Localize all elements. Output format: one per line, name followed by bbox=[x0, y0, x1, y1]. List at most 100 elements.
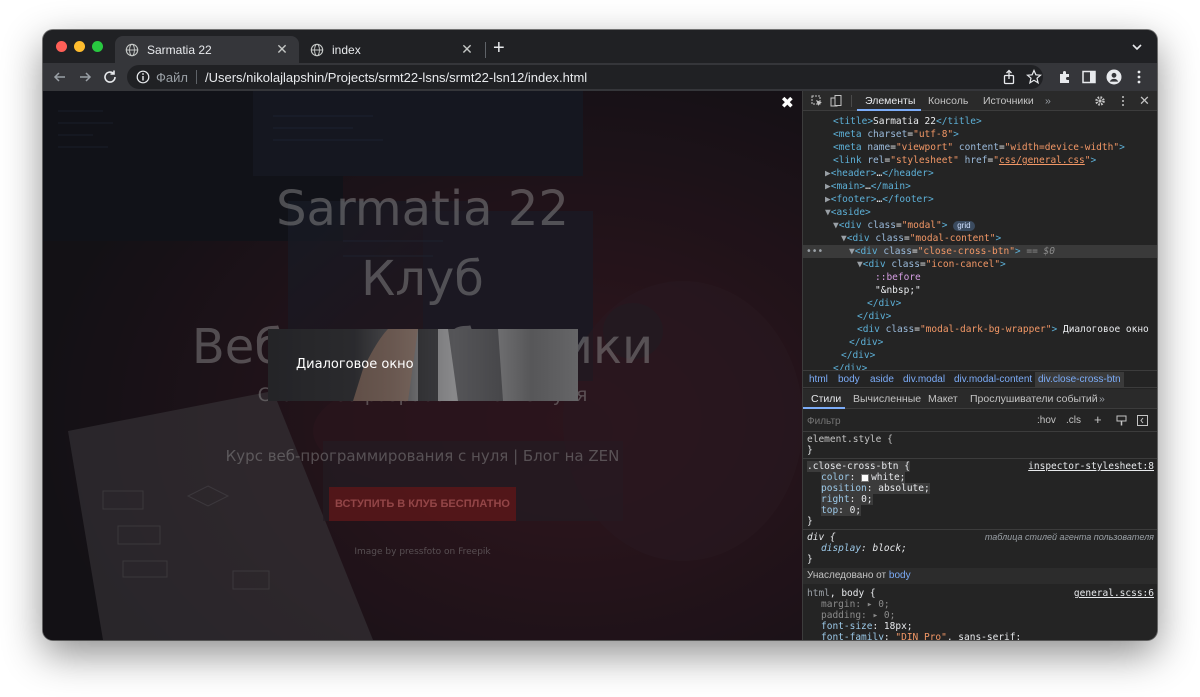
address-bar[interactable]: Файл /Users/nikolajlapshin/Projects/srmt… bbox=[127, 65, 1043, 89]
active-tab-indicator bbox=[857, 109, 921, 111]
device-toolbar-icon[interactable] bbox=[830, 95, 842, 107]
css-declaration[interactable]: color: white; bbox=[803, 472, 1157, 483]
omnibox-divider bbox=[195, 70, 197, 84]
globe-icon bbox=[125, 43, 139, 56]
share-icon[interactable] bbox=[1001, 69, 1017, 85]
dom-node[interactable]: <title>Sarmatia 22</title> bbox=[803, 115, 1157, 128]
dom-node[interactable]: ▶<header>…</header> bbox=[803, 167, 1157, 180]
breadcrumb-item[interactable]: div.modal-content bbox=[954, 374, 1032, 385]
dom-node[interactable]: ▶<footer>…</footer> bbox=[803, 193, 1157, 206]
rule-source-link[interactable]: inspector-stylesheet:8 bbox=[1028, 461, 1154, 472]
inspect-element-icon[interactable] bbox=[811, 95, 823, 107]
devtools-panel: Элементы Консоль Источники » ✕ <title>Sa… bbox=[802, 91, 1157, 640]
rule-close: } bbox=[807, 516, 813, 527]
breadcrumb-item[interactable]: body bbox=[838, 374, 860, 385]
add-rule-icon[interactable]: + bbox=[1094, 412, 1102, 427]
dom-node-selected[interactable]: ••• ▼<div class="close-cross-btn"> == $0 bbox=[803, 245, 1157, 258]
tab-index[interactable]: index ✕ bbox=[300, 36, 484, 63]
tab-title: Sarmatia 22 bbox=[147, 42, 212, 57]
class-toggle[interactable]: .cls bbox=[1066, 415, 1081, 426]
breadcrumb-item[interactable]: aside bbox=[870, 374, 894, 385]
rule-close: } bbox=[807, 554, 813, 565]
css-declaration[interactable]: font-size: 18px; bbox=[803, 621, 1157, 632]
close-tab-icon[interactable]: ✕ bbox=[460, 41, 474, 58]
tab-layout[interactable]: Макет bbox=[928, 393, 958, 405]
css-declaration[interactable]: position: absolute; bbox=[803, 483, 1157, 494]
inherited-from-link[interactable]: body bbox=[889, 570, 911, 581]
dom-node[interactable]: ▼<div class="icon-cancel"> bbox=[803, 258, 1157, 271]
breadcrumb-item-current[interactable]: div.close-cross-btn bbox=[1035, 372, 1124, 387]
info-icon[interactable] bbox=[136, 70, 150, 84]
dom-node[interactable]: ▼<div class="modal-content"> bbox=[803, 232, 1157, 245]
inherited-label: Унаследовано от bbox=[807, 570, 887, 581]
profile-avatar-icon[interactable] bbox=[1106, 69, 1122, 85]
rule-divider bbox=[803, 529, 1157, 530]
close-cross-button[interactable]: ✖ bbox=[781, 93, 794, 113]
dom-node[interactable]: <meta charset="utf-8"> bbox=[803, 128, 1157, 141]
forward-arrow-icon[interactable] bbox=[77, 69, 93, 85]
hero-tagline: Курс веб-программирования с нуля | Блог … bbox=[225, 447, 620, 465]
new-tab-button[interactable]: + bbox=[493, 38, 505, 58]
chevron-down-icon[interactable] bbox=[1131, 41, 1143, 53]
image-credit: Image by pressfoto on Freepik bbox=[354, 547, 491, 557]
dom-node[interactable]: ::before bbox=[803, 271, 1157, 284]
rule-divider bbox=[803, 458, 1157, 459]
dom-node[interactable]: "&nbsp;" bbox=[803, 284, 1157, 297]
devtools-tab-divider bbox=[851, 95, 852, 107]
dom-node[interactable]: </div> bbox=[803, 310, 1157, 323]
tab-computed[interactable]: Вычисленные bbox=[853, 393, 921, 405]
tab-event-listeners[interactable]: Прослушиватели событий bbox=[970, 393, 1098, 405]
globe-icon bbox=[310, 43, 324, 56]
reload-icon[interactable] bbox=[102, 69, 118, 85]
tab-sarmatia[interactable]: Sarmatia 22 ✕ bbox=[115, 36, 299, 63]
sidebar-icon[interactable] bbox=[1081, 69, 1097, 85]
dom-node[interactable]: ▼<div class="modal"> grid bbox=[803, 219, 1157, 232]
color-swatch[interactable] bbox=[861, 473, 870, 482]
paint-icon[interactable] bbox=[1116, 415, 1127, 426]
star-icon[interactable] bbox=[1026, 69, 1042, 85]
inherited-header: Унаследовано от body bbox=[803, 568, 1157, 584]
join-club-button-label: ВСТУПИТЬ В КЛУБ БЕСПЛАТНО bbox=[335, 498, 510, 510]
grid-badge[interactable]: grid bbox=[953, 221, 975, 231]
dom-node[interactable]: </div> bbox=[803, 336, 1157, 349]
dom-node[interactable]: ▼<aside> bbox=[803, 206, 1157, 219]
rule-source-link[interactable]: general.scss:6 bbox=[1074, 588, 1154, 599]
maximize-window-button[interactable] bbox=[92, 41, 103, 52]
kebab-menu-icon[interactable] bbox=[1131, 69, 1147, 85]
dom-node[interactable]: </div> bbox=[803, 349, 1157, 362]
more-tabs-chevron[interactable]: » bbox=[1099, 393, 1105, 405]
protocol-label: Файл bbox=[156, 69, 188, 85]
close-window-button[interactable] bbox=[56, 41, 67, 52]
tab-styles[interactable]: Стили bbox=[811, 393, 841, 405]
toggle-sidebar-icon[interactable] bbox=[1137, 415, 1148, 426]
element-style-rule[interactable]: element.style { bbox=[803, 434, 1157, 445]
url-text[interactable]: /Users/nikolajlapshin/Projects/srmt22-ls… bbox=[205, 70, 587, 85]
css-declaration[interactable]: right: 0; bbox=[803, 494, 1157, 505]
breadcrumb-item[interactable]: div.modal bbox=[903, 374, 945, 385]
dom-node[interactable]: </div> bbox=[803, 297, 1157, 310]
tab-sources[interactable]: Источники bbox=[983, 95, 1034, 107]
back-arrow-icon[interactable] bbox=[52, 69, 68, 85]
minimize-window-button[interactable] bbox=[74, 41, 85, 52]
kebab-menu-icon[interactable] bbox=[1117, 95, 1129, 107]
tab-divider bbox=[485, 42, 486, 58]
close-tab-icon[interactable]: ✕ bbox=[275, 41, 289, 58]
hero-title-line-2: Клуб bbox=[361, 251, 484, 307]
close-devtools-icon[interactable]: ✕ bbox=[1139, 93, 1150, 109]
dom-node[interactable]: <link rel="stylesheet" href="css/general… bbox=[803, 154, 1157, 167]
dom-node[interactable]: ▶<main>…</main> bbox=[803, 180, 1157, 193]
css-declaration[interactable]: font-family: "DIN Pro", sans-serif; bbox=[803, 632, 1157, 640]
css-declaration[interactable]: top: 0; bbox=[803, 505, 1157, 516]
tab-elements[interactable]: Элементы bbox=[865, 95, 915, 107]
dom-node[interactable]: <meta name="viewport" content="width=dev… bbox=[803, 141, 1157, 154]
dom-node[interactable]: <div class="modal-dark-bg-wrapper"> Диал… bbox=[803, 323, 1157, 336]
extensions-icon[interactable] bbox=[1057, 69, 1073, 85]
tab-console[interactable]: Консоль bbox=[928, 95, 968, 107]
styles-filter-input[interactable] bbox=[807, 413, 1029, 429]
breadcrumb-item[interactable]: html bbox=[809, 374, 828, 385]
gear-icon[interactable] bbox=[1094, 95, 1106, 107]
hover-state-toggle[interactable]: :hov bbox=[1037, 415, 1056, 426]
join-club-button[interactable]: ВСТУПИТЬ В КЛУБ БЕСПЛАТНО bbox=[329, 487, 516, 521]
more-tabs-chevron[interactable]: » bbox=[1045, 95, 1051, 107]
breadcrumb: html body aside div.modal div.modal-cont… bbox=[803, 370, 1157, 388]
